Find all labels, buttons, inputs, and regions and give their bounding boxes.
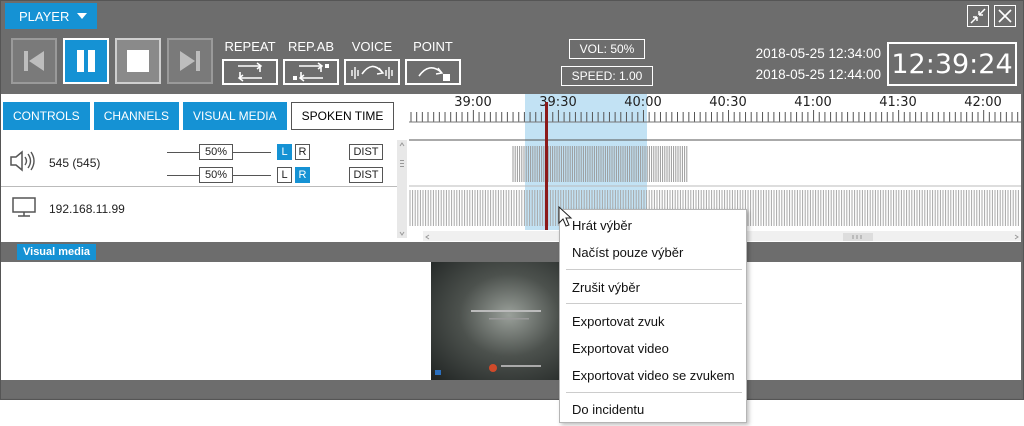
- collapse-arrows-icon[interactable]: [967, 5, 989, 27]
- tab-visual-media[interactable]: VISUAL MEDIA: [183, 102, 287, 130]
- title-bar: PLAYER: [1, 1, 1023, 31]
- chevron-down-icon: [77, 13, 88, 19]
- repeat-icon: [237, 62, 263, 82]
- player-menu-label: PLAYER: [19, 8, 70, 24]
- skip-back-icon: [24, 51, 44, 71]
- level-left[interactable]: 50%: [199, 144, 233, 160]
- skip-back-button[interactable]: [11, 38, 57, 84]
- menu-item-export-video-with-audio[interactable]: Exportovat video se zvukem: [572, 368, 735, 383]
- visual-media-bar: Visual media: [1, 242, 1021, 262]
- skip-forward-button[interactable]: [167, 38, 213, 84]
- visual-media-area: [1, 262, 1021, 380]
- left-toggle-1[interactable]: L: [277, 144, 292, 160]
- repeat-ab-icon: [293, 62, 329, 82]
- dist-button-1[interactable]: DIST: [349, 144, 383, 160]
- right-toggle-2[interactable]: R: [295, 167, 310, 183]
- voice-label: VOICE: [351, 39, 393, 54]
- player-menu-button[interactable]: PLAYER: [5, 3, 97, 29]
- point-button[interactable]: POINT: [404, 39, 462, 85]
- repeat-ab-button[interactable]: REP.AB: [282, 39, 340, 85]
- channel-name: 545 (545): [49, 156, 101, 170]
- level-right[interactable]: 50%: [199, 167, 233, 183]
- point-label: POINT: [413, 39, 453, 54]
- repeat-button[interactable]: REPEAT: [221, 39, 279, 85]
- volume-display[interactable]: VOL: 50%: [569, 39, 645, 59]
- pause-icon: [77, 50, 95, 72]
- playhead-cursor[interactable]: [545, 102, 548, 230]
- menu-separator: [566, 303, 742, 304]
- point-icon: [418, 67, 450, 81]
- channel-name: 192.168.11.99: [49, 202, 125, 216]
- menu-item-export-video[interactable]: Exportovat video: [572, 341, 669, 356]
- context-menu: Hrát výběr Načíst pouze výběr Zrušit výb…: [559, 209, 747, 423]
- right-toggle-1[interactable]: R: [295, 144, 310, 160]
- menu-item-export-audio[interactable]: Exportovat zvuk: [572, 314, 665, 329]
- channel-list: 545 (545) 50% 50% L R L R DIST DIST 192.…: [1, 140, 407, 242]
- monitor-icon: [12, 197, 36, 217]
- tab-controls[interactable]: CONTROLS: [3, 102, 90, 130]
- pause-button[interactable]: [63, 38, 109, 84]
- dist-button-2[interactable]: DIST: [349, 167, 383, 183]
- menu-item-to-incident[interactable]: Do incidentu: [572, 402, 644, 417]
- status-bar: [1, 380, 1021, 398]
- channels-panel: CONTROLS CHANNELS VISUAL MEDIA SPOKEN TI…: [1, 94, 1021, 242]
- menu-item-load-selection-only[interactable]: Načíst pouze výběr: [572, 245, 683, 260]
- date-from: 2018-05-25 12:34:00: [755, 46, 881, 61]
- voice-button[interactable]: VOICE: [343, 39, 401, 85]
- menu-item-cancel-selection[interactable]: Zrušit výběr: [572, 280, 640, 295]
- date-range: 2018-05-25 12:34:00 2018-05-25 12:44:00: [741, 43, 881, 85]
- voice-icon: [351, 65, 393, 79]
- visual-media-label: Visual media: [17, 244, 97, 260]
- speaker-icon: [10, 150, 35, 172]
- video-thumbnail[interactable]: [431, 262, 561, 380]
- tab-channels[interactable]: CHANNELS: [93, 102, 180, 130]
- panel-tabs: CONTROLS CHANNELS VISUAL MEDIA SPOKEN TI…: [3, 102, 395, 130]
- date-to: 2018-05-25 12:44:00: [755, 67, 881, 82]
- skip-forward-icon: [180, 51, 200, 71]
- divider: [1, 186, 397, 187]
- menu-separator: [566, 392, 742, 393]
- repeat-label: REPEAT: [224, 39, 276, 54]
- speed-display[interactable]: SPEED: 1.00: [561, 66, 653, 86]
- stop-button[interactable]: [115, 38, 161, 84]
- left-toggle-2[interactable]: L: [277, 167, 292, 183]
- mouse-pointer-icon: [558, 206, 573, 227]
- current-time-clock: 12:39:24: [887, 42, 1017, 86]
- menu-separator: [566, 269, 742, 270]
- vertical-scrollbar[interactable]: [397, 140, 407, 238]
- tab-spoken-time[interactable]: SPOKEN TIME: [290, 102, 395, 130]
- menu-item-play-selection[interactable]: Hrát výběr: [572, 218, 632, 233]
- close-icon[interactable]: [994, 5, 1016, 27]
- stop-icon: [127, 50, 149, 72]
- repeat-ab-label: REP.AB: [287, 39, 334, 54]
- transport-toolbar: REPEAT REP.AB VOICE POINT VOL: 50% SPEED…: [1, 31, 1023, 95]
